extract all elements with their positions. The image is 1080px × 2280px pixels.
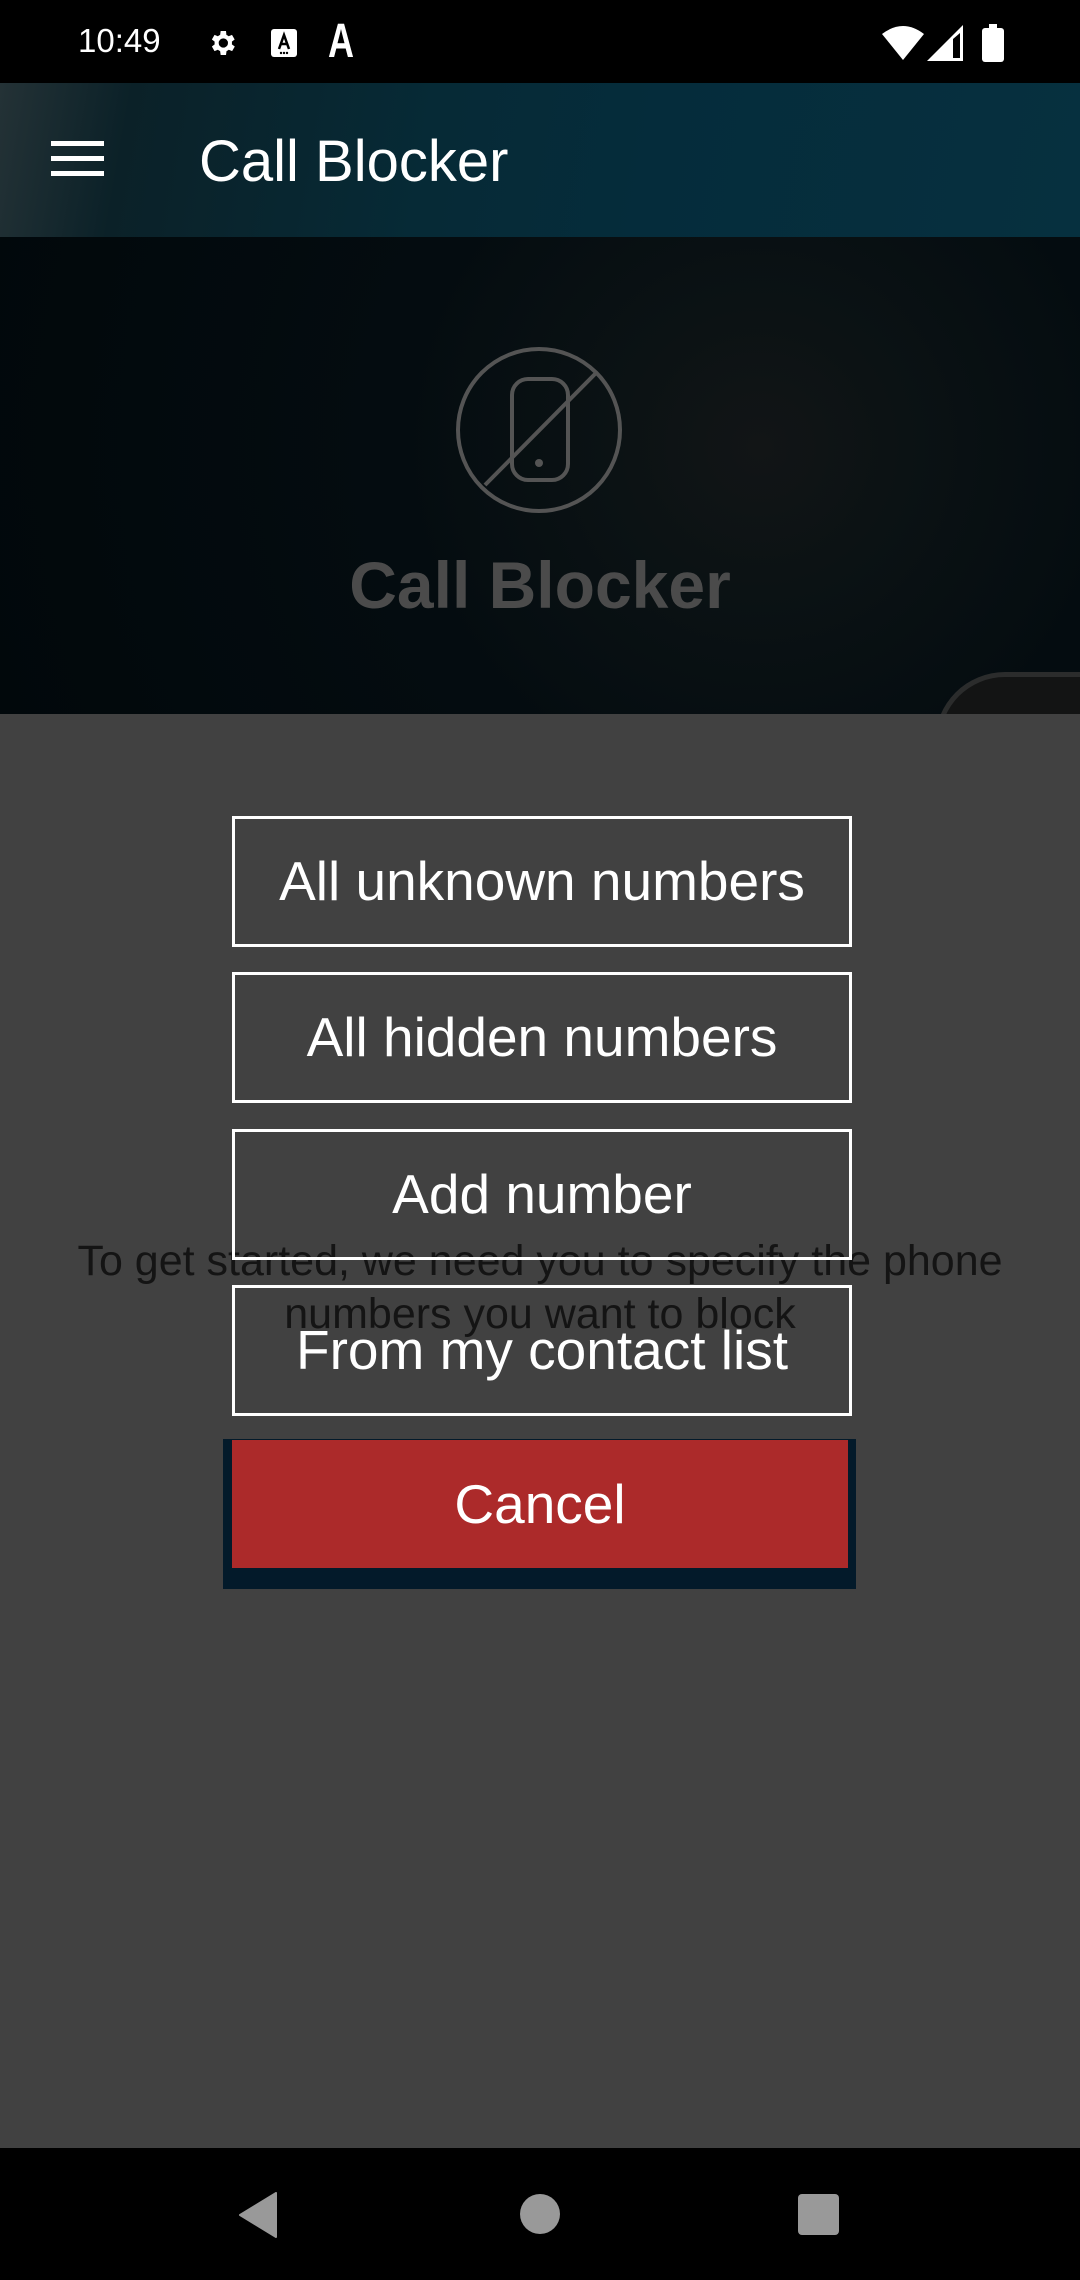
signal-icon: [927, 25, 963, 61]
hamburger-menu-icon[interactable]: [51, 141, 104, 177]
font-a-icon: A: [328, 15, 355, 68]
app-title: Call Blocker: [199, 129, 509, 194]
gear-icon: [211, 31, 235, 55]
app-bar: [0, 83, 1080, 237]
battery-icon: [982, 24, 1004, 62]
phone-blocked-icon: [456, 347, 622, 513]
cancel-button[interactable]: Cancel: [232, 1440, 848, 1568]
all-hidden-numbers-button[interactable]: All hidden numbers: [232, 972, 852, 1103]
back-icon[interactable]: [238, 2192, 278, 2238]
from-contact-list-button[interactable]: From my contact list: [232, 1285, 852, 1416]
accessibility-a-icon: [271, 29, 297, 57]
hero-title: Call Blocker: [349, 548, 731, 622]
add-number-button[interactable]: Add number: [232, 1129, 852, 1260]
all-unknown-numbers-button[interactable]: All unknown numbers: [232, 816, 852, 947]
recents-icon[interactable]: [798, 2194, 839, 2235]
status-time: 10:49: [78, 22, 161, 59]
home-icon[interactable]: [520, 2194, 560, 2234]
wifi-icon: [882, 26, 924, 60]
